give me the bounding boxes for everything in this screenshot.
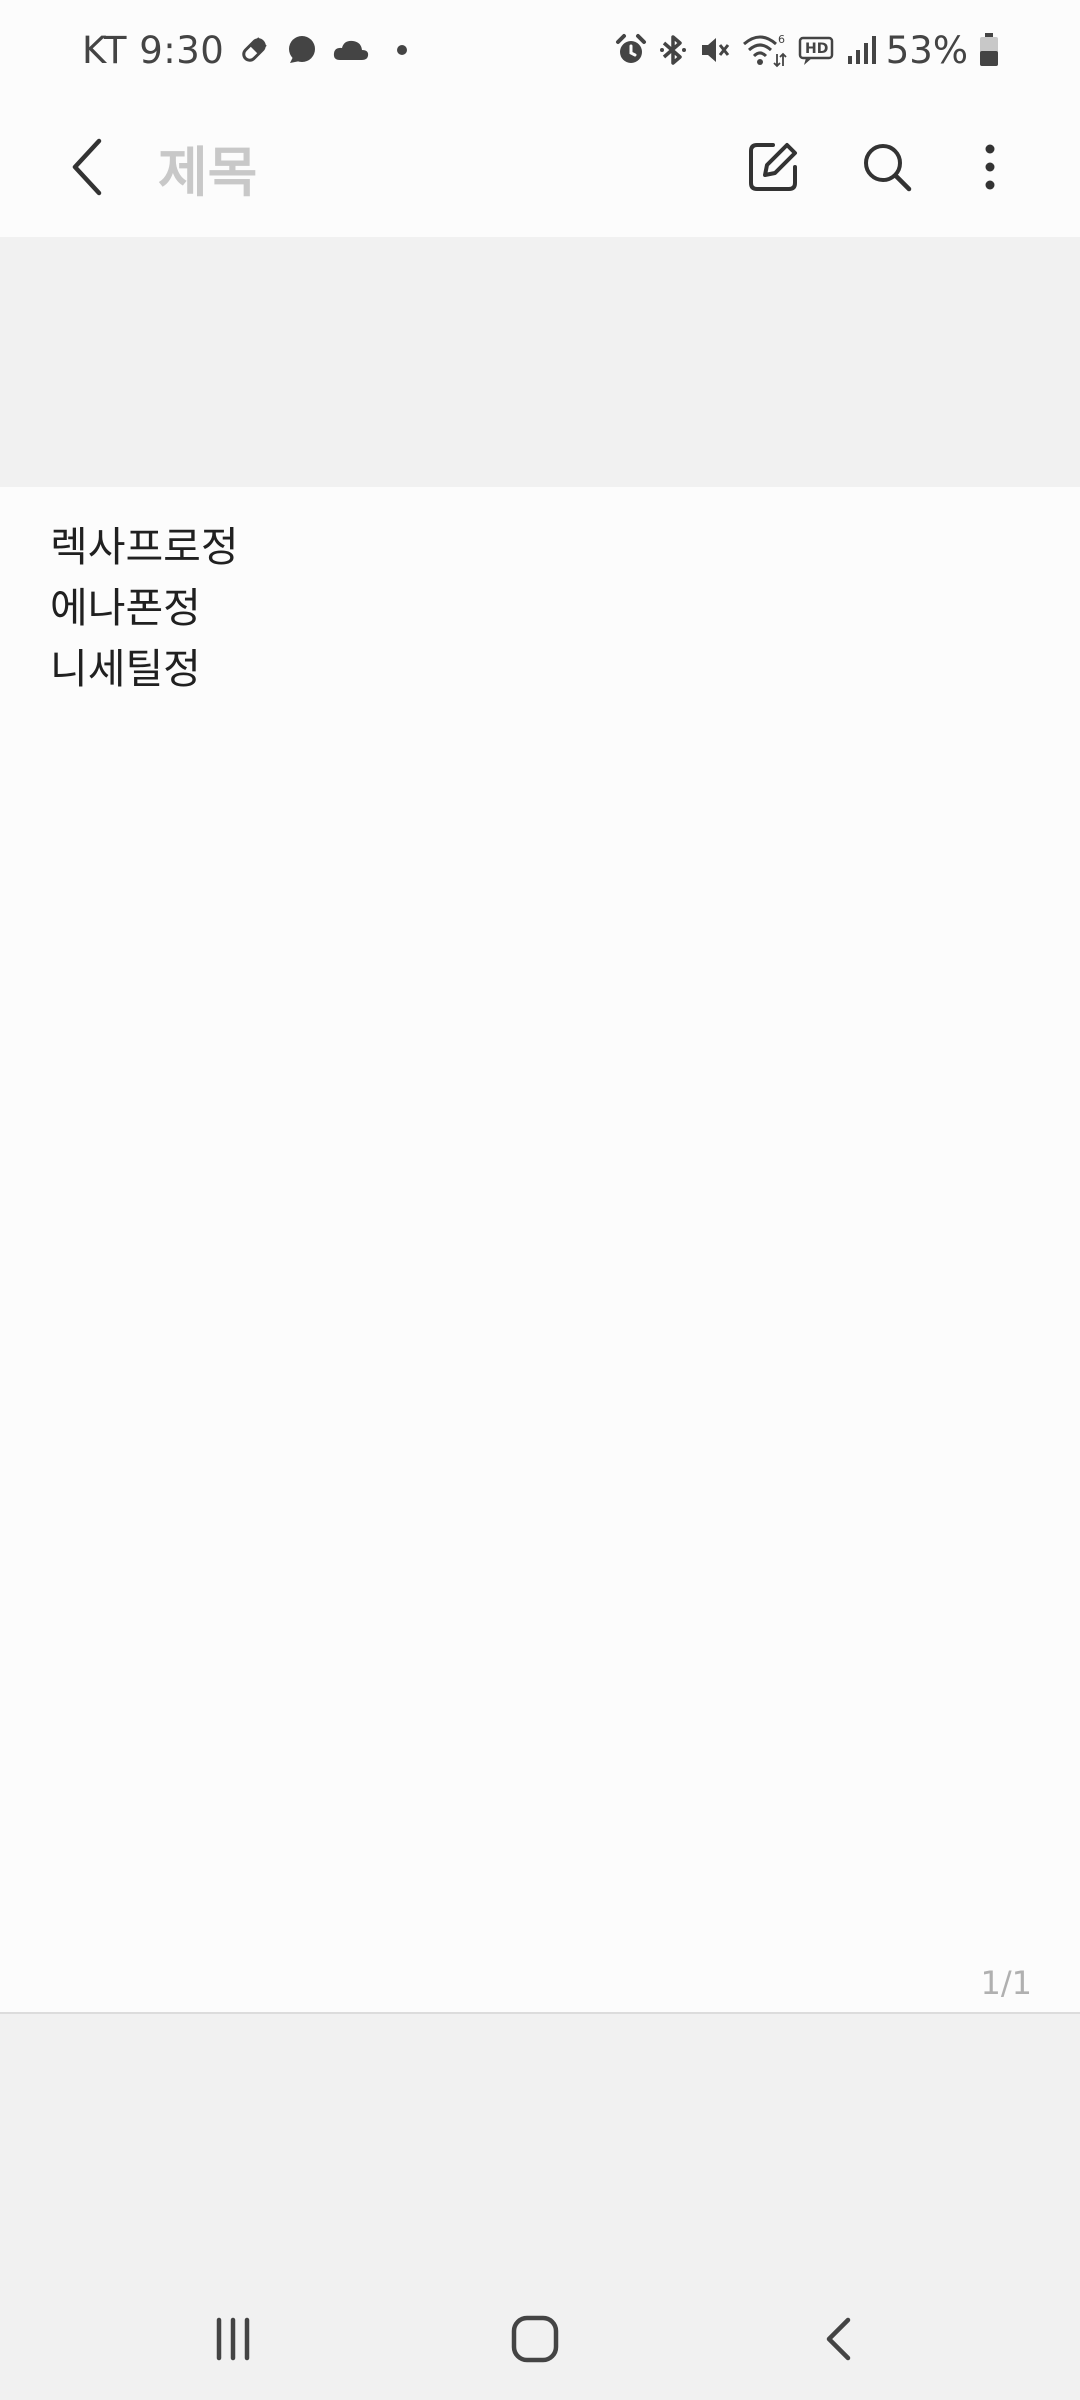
cloud-icon [332, 36, 370, 64]
status-left: KT 9:30 [82, 22, 412, 78]
wifi-badge: 6 [778, 33, 785, 46]
status-bar: KT 9:30 6 HD 53% [0, 0, 1080, 100]
hd-voice-icon: HD [798, 33, 836, 67]
hd-badge: HD [805, 41, 828, 57]
toolbar-band [0, 237, 1080, 487]
home-button[interactable] [495, 2299, 575, 2379]
home-icon [511, 2315, 559, 2363]
more-options-button[interactable] [960, 127, 1020, 207]
recents-icon [216, 2317, 250, 2361]
status-right: 6 HD 53% [614, 22, 1000, 78]
page-indicator: 1/1 [980, 1964, 1033, 2002]
wifi-icon: 6 [742, 32, 788, 68]
battery-percent: 53% [885, 28, 968, 72]
back-icon [826, 2317, 851, 2361]
pill-icon [238, 34, 270, 66]
alarm-icon [614, 33, 648, 67]
carrier-time: KT 9:30 [82, 28, 225, 72]
note-line: 니세틸정 [50, 645, 201, 693]
dot-icon [384, 40, 412, 60]
more-vertical-icon [985, 144, 995, 190]
nav-back-button[interactable] [800, 2299, 880, 2379]
chat-bubble-icon [284, 33, 318, 67]
edit-button[interactable] [738, 127, 808, 207]
back-arrow-icon [72, 138, 102, 196]
bluetooth-icon [658, 33, 688, 67]
note-body[interactable]: 렉사프로정 에나폰정 니세틸정 1/1 [0, 487, 1080, 2012]
note-line: 에나폰정 [50, 584, 201, 632]
note-line: 렉사프로정 [50, 523, 239, 571]
mute-icon [698, 33, 732, 67]
edit-icon [749, 143, 797, 191]
search-button[interactable] [852, 127, 922, 207]
recents-button[interactable] [193, 2299, 273, 2379]
app-bar: 제목 [0, 100, 1080, 237]
bottom-area [0, 2014, 1080, 2400]
title-field[interactable]: 제목 [158, 128, 257, 207]
search-icon [864, 144, 912, 192]
battery-icon [978, 32, 1000, 68]
signal-icon [846, 34, 876, 66]
note-text[interactable]: 렉사프로정 에나폰정 니세틸정 [50, 517, 239, 700]
back-button[interactable] [52, 122, 122, 212]
